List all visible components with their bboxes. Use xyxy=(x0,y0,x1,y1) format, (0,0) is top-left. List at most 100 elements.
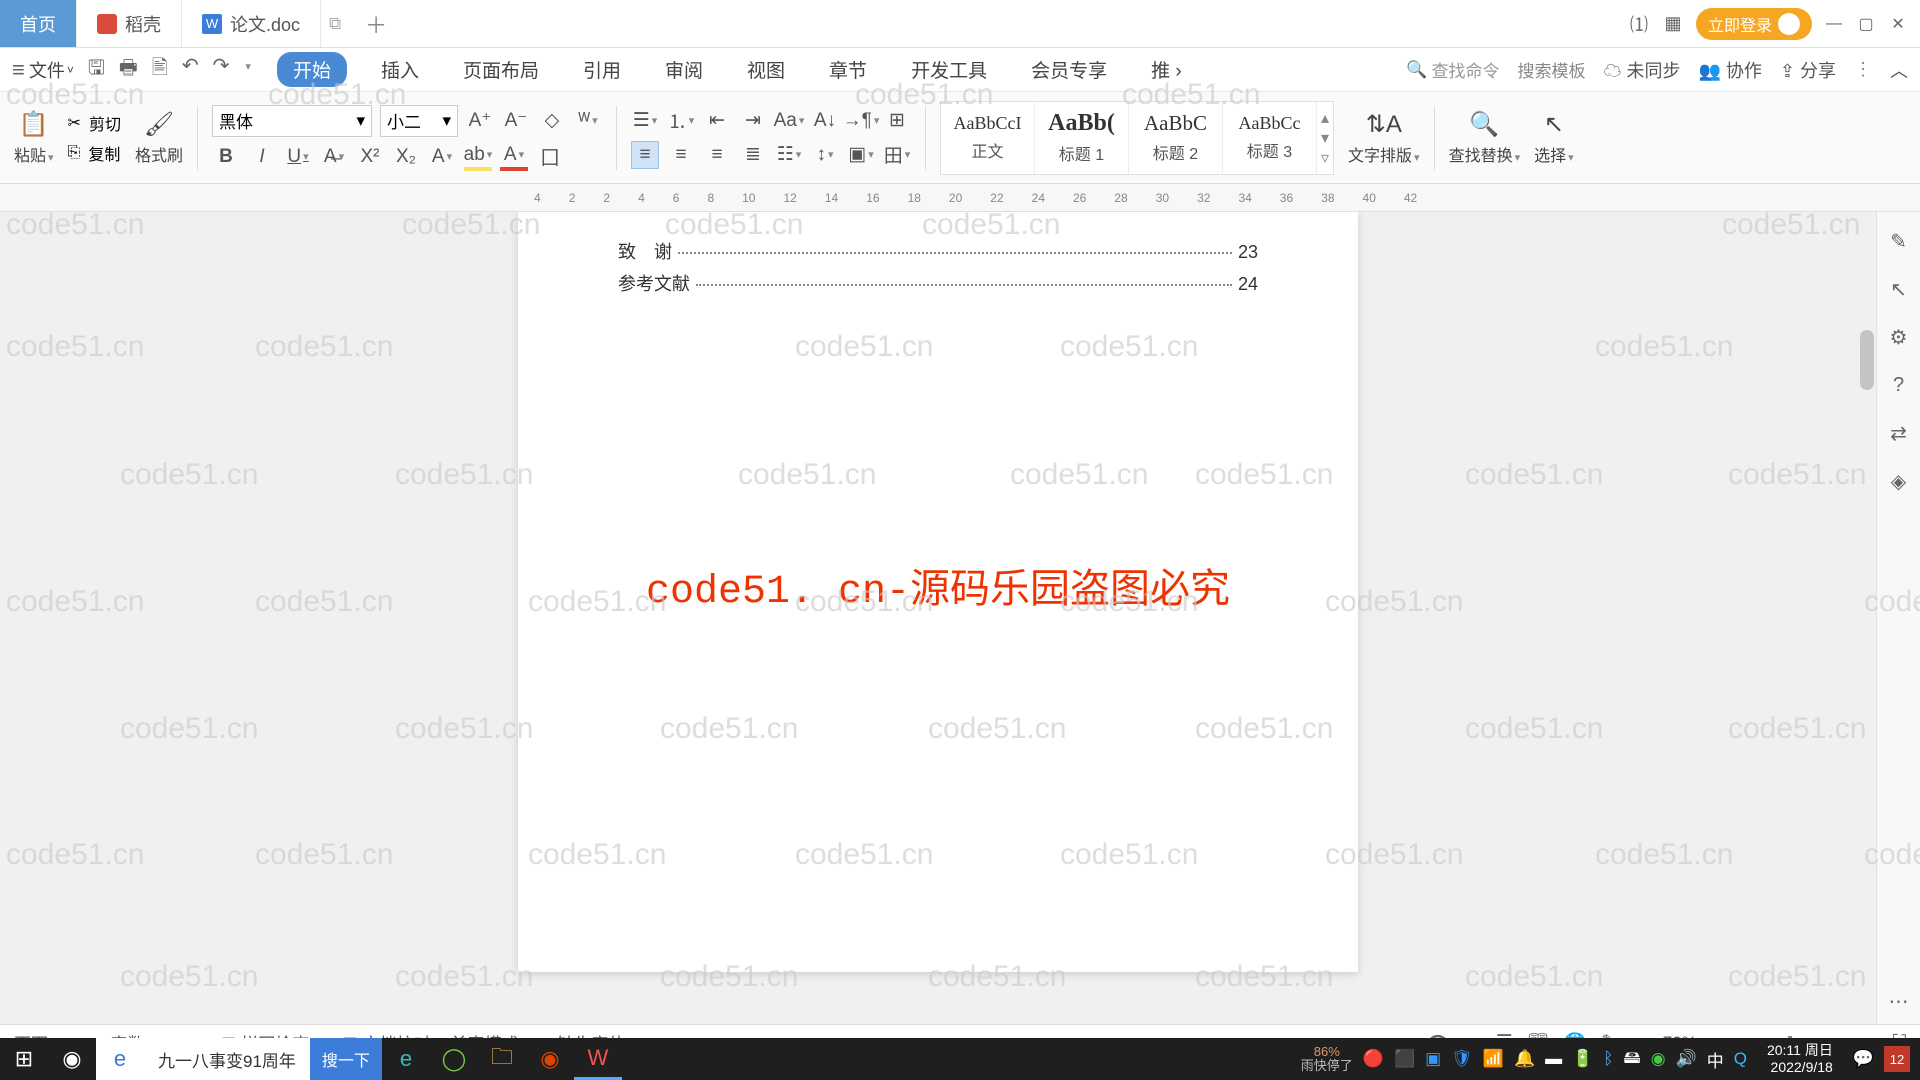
tray-q-icon[interactable]: Q xyxy=(1734,1049,1747,1069)
decrease-indent-button[interactable]: ⇤ xyxy=(703,107,731,135)
tray-shield-icon[interactable]: 🛡 xyxy=(1451,1049,1473,1069)
tab-devtools[interactable]: 开发工具 xyxy=(901,52,997,87)
tab-insert[interactable]: 插入 xyxy=(371,52,429,87)
char-border-button[interactable]: 囗 xyxy=(536,143,564,171)
help-side-icon[interactable]: ? xyxy=(1886,372,1912,398)
search-template[interactable]: 搜索模板 xyxy=(1517,57,1585,82)
qat-preview-icon[interactable]: 🖹 xyxy=(152,53,168,87)
weather-widget[interactable]: 86%雨快停了 xyxy=(1301,1045,1353,1074)
tab-page-layout[interactable]: 页面布局 xyxy=(453,52,549,87)
tray-gpu-icon[interactable]: ▬ xyxy=(1545,1049,1562,1069)
qat-undo-icon[interactable]: ↶ xyxy=(182,53,199,87)
close-button[interactable]: ✕ xyxy=(1888,14,1908,34)
style-up-icon[interactable]: ▴ xyxy=(1321,108,1329,128)
style-body[interactable]: AaBbCcI正文 xyxy=(941,102,1035,174)
style-h3[interactable]: AaBbCc标题 3 xyxy=(1223,102,1317,174)
maximize-button[interactable]: ▢ xyxy=(1856,14,1876,34)
sync-status[interactable]: ☁ 未同步 xyxy=(1603,57,1680,83)
action-center-icon[interactable]: 💬 xyxy=(1853,1049,1874,1069)
clear-format-button[interactable]: ◇ xyxy=(538,107,566,135)
tab-home[interactable]: 首页 xyxy=(0,0,77,47)
notification-badge[interactable]: 12 xyxy=(1884,1046,1910,1072)
sort-button[interactable]: A↓ xyxy=(811,107,839,135)
collab-button[interactable]: 👥 协作 xyxy=(1698,57,1761,83)
more-side-icon[interactable]: ⋯ xyxy=(1886,988,1912,1014)
align-justify-button[interactable]: ≣ xyxy=(739,141,767,169)
text-direction-button[interactable]: ⇅A文字排版 xyxy=(1348,110,1420,166)
bold-button[interactable]: B xyxy=(212,143,240,171)
tray-icon-2[interactable]: ⬛ xyxy=(1394,1049,1415,1069)
tab-start[interactable]: 开始 xyxy=(277,52,347,87)
underline-button[interactable]: U xyxy=(284,143,312,171)
font-name-select[interactable]: 黑体▾ xyxy=(212,105,372,137)
taskbar-clock[interactable]: 20:11 周日2022/9/18 xyxy=(1757,1042,1843,1076)
subscript-button[interactable]: X₂ xyxy=(392,143,420,171)
tray-bell-icon[interactable]: 🔔 xyxy=(1514,1049,1535,1069)
text-effects-button[interactable]: A xyxy=(428,143,456,171)
qat-print-icon[interactable]: 🖶 xyxy=(119,53,138,87)
highlight-button[interactable]: ab xyxy=(464,143,492,171)
task-explorer-icon[interactable]: 🗀 xyxy=(478,1038,526,1080)
translate-icon[interactable]: ⇄ xyxy=(1886,420,1912,446)
task-app-icon[interactable]: ◉ xyxy=(526,1038,574,1080)
style-down-icon[interactable]: ▾ xyxy=(1321,128,1329,148)
qat-redo-icon[interactable]: ↷ xyxy=(213,53,230,87)
grow-font-button[interactable]: A⁺ xyxy=(466,107,494,135)
superscript-button[interactable]: X² xyxy=(356,143,384,171)
paste-button[interactable]: 📋粘贴 xyxy=(14,110,54,166)
increase-indent-button[interactable]: ⇥ xyxy=(739,107,767,135)
font-size-select[interactable]: 小二▾ xyxy=(380,105,458,137)
tray-bluetooth-icon[interactable]: ᛒ xyxy=(1603,1049,1613,1069)
diamond-icon[interactable]: ◈ xyxy=(1886,468,1912,494)
align-center-button[interactable]: ≡ xyxy=(667,141,695,169)
borders-button[interactable]: 田 xyxy=(883,141,911,169)
qat-save-icon[interactable]: 🖫 xyxy=(88,53,105,87)
phonetic-button[interactable]: ᵂ xyxy=(574,107,602,135)
tray-wifi-icon[interactable]: 📶 xyxy=(1483,1049,1504,1069)
cortana-icon[interactable]: ◉ xyxy=(48,1038,96,1080)
document-area[interactable]: 致 谢23 参考文献24 code51. cn-源码乐园盗图必究 xyxy=(0,212,1876,1024)
tray-icon-1[interactable]: 🔴 xyxy=(1363,1049,1384,1069)
cut-button[interactable]: ✂剪切 xyxy=(68,111,121,135)
tab-more[interactable]: 推 › xyxy=(1141,52,1192,87)
tray-icon-3[interactable]: ▣ xyxy=(1425,1049,1441,1069)
document-page[interactable]: 致 谢23 参考文献24 code51. cn-源码乐园盗图必究 xyxy=(518,212,1358,972)
ribbon-help-icon[interactable]: ⋮ xyxy=(1854,59,1872,80)
copy-button[interactable]: ⎘复制 xyxy=(68,141,121,165)
tab-daoke[interactable]: 稻壳 xyxy=(77,0,182,47)
tab-view[interactable]: 视图 xyxy=(737,52,795,87)
ribbon-collapse-icon[interactable]: ︿ xyxy=(1890,57,1908,83)
distribute-button[interactable]: ☷ xyxy=(775,141,803,169)
change-case-button[interactable]: Aa xyxy=(775,107,803,135)
show-marks-button[interactable]: ⊞ xyxy=(883,107,911,135)
italic-button[interactable]: I xyxy=(248,143,276,171)
pen-icon[interactable]: ✎ xyxy=(1886,228,1912,254)
shading-button[interactable]: ▣ xyxy=(847,141,875,169)
bulleted-list-button[interactable]: ☰ xyxy=(631,107,659,135)
style-h2[interactable]: AaBbC标题 2 xyxy=(1129,102,1223,174)
share-button[interactable]: ⇪ 分享 xyxy=(1780,57,1836,83)
qat-more[interactable] xyxy=(243,53,251,87)
taskbar-search[interactable]: e 九一八事变91周年 搜一下 xyxy=(96,1038,382,1080)
search-go-button[interactable]: 搜一下 xyxy=(310,1038,382,1080)
format-painter-button[interactable]: 🖌格式刷 xyxy=(135,110,183,166)
task-browser-icon[interactable]: ◯ xyxy=(430,1038,478,1080)
tab-references[interactable]: 引用 xyxy=(573,52,631,87)
login-button[interactable]: 立即登录 xyxy=(1696,8,1812,40)
horizontal-ruler[interactable]: 4224681012141618202224262830323436384042 xyxy=(0,184,1920,212)
minimize-button[interactable]: — xyxy=(1824,14,1844,34)
scrollbar-thumb[interactable] xyxy=(1860,330,1874,390)
search-command[interactable]: 🔍 查找命令 xyxy=(1406,57,1499,82)
tray-360-icon[interactable]: ◉ xyxy=(1651,1049,1666,1069)
apps-icon[interactable]: ▦ xyxy=(1662,13,1684,35)
select-button[interactable]: ↖选择 xyxy=(1534,110,1574,166)
tab-new[interactable]: ＋ xyxy=(349,0,403,47)
numbered-list-button[interactable]: ⒈ xyxy=(667,107,695,135)
hamburger-icon[interactable]: ≡ xyxy=(12,57,25,83)
tray-battery-icon[interactable]: 🔋 xyxy=(1572,1049,1593,1069)
tab-doc[interactable]: W论文.doc xyxy=(182,0,321,47)
tab-member[interactable]: 会员专享 xyxy=(1021,52,1117,87)
layout-1-icon[interactable]: ⑴ xyxy=(1628,13,1650,35)
align-right-button[interactable]: ≡ xyxy=(703,141,731,169)
settings-icon[interactable]: ⚙ xyxy=(1886,324,1912,350)
